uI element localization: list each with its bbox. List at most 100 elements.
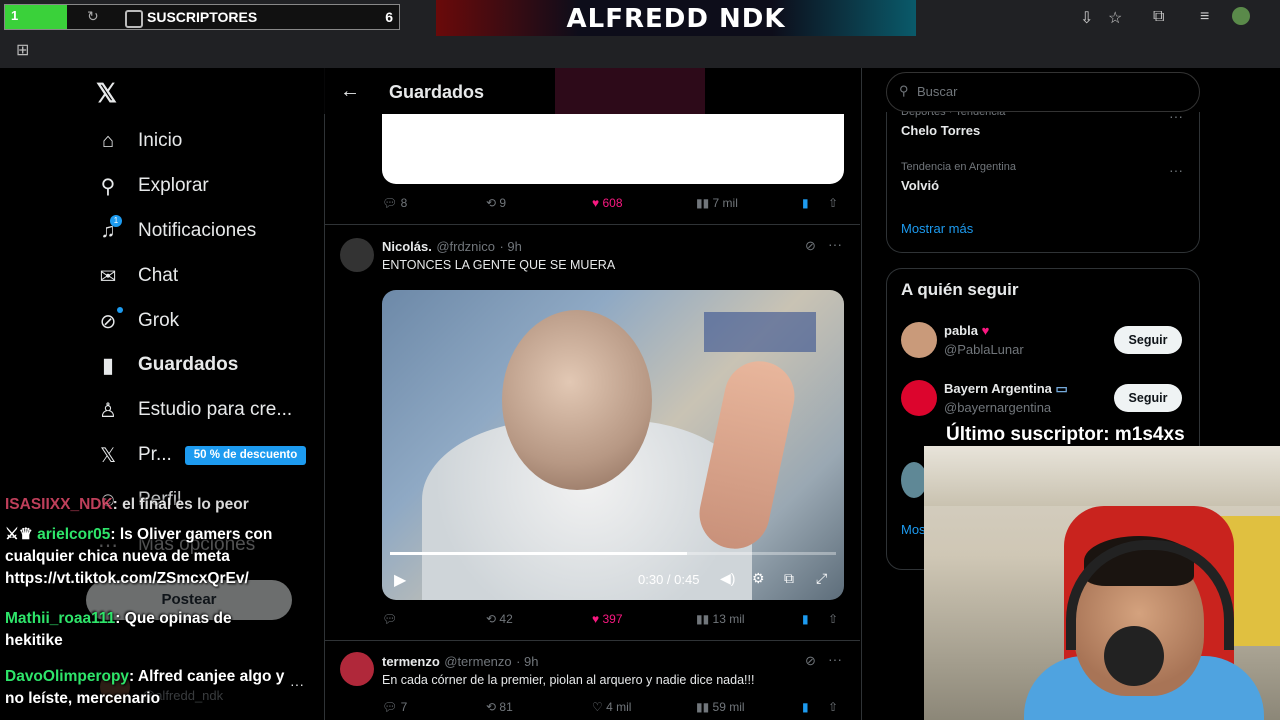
show-more-link[interactable]: Mostrar más	[901, 221, 973, 236]
author-handle[interactable]: @termenzo	[444, 654, 511, 669]
views-button[interactable]: ▮▮ 13 mil	[696, 612, 745, 626]
profile-avatar[interactable]	[1232, 7, 1250, 25]
video-frame-head	[502, 310, 652, 490]
search-input[interactable]: ⚲ Buscar	[886, 72, 1200, 112]
nav-label: Chat	[138, 265, 179, 286]
retweet-count: 42	[499, 612, 513, 626]
trend-category: Tendencia en Argentina	[901, 161, 1016, 173]
nav-label: Estudio para cre...	[138, 399, 293, 420]
grok-dot	[117, 307, 123, 313]
tweet-actions: 💬︎ 7 ⟲ 81 ♡ 4 mil ▮▮ 59 mil ▮ ⇧	[382, 700, 844, 720]
video-progress-fill	[390, 552, 688, 555]
install-icon[interactable]: ⇩	[1080, 8, 1093, 28]
like-count: 608	[602, 196, 623, 210]
video-progress[interactable]	[390, 552, 836, 555]
reply-count: 7	[400, 700, 408, 714]
avatar[interactable]	[901, 380, 937, 416]
like-button[interactable]: ♥ 397	[592, 612, 623, 626]
reply-button[interactable]: 💬︎ 7	[382, 700, 407, 714]
retweet-button[interactable]: ⟲ 81	[486, 700, 513, 714]
grok-icon: ⊘	[99, 310, 117, 333]
share-icon[interactable]: ⇧	[828, 196, 838, 210]
author-name[interactable]: Nicolás.	[382, 239, 432, 254]
account-more-icon[interactable]: ···	[290, 676, 304, 692]
last-subscriber-label: Último suscriptor: m1s4xs	[946, 424, 1185, 445]
nav-label: Explorar	[138, 175, 209, 196]
trend-name[interactable]: Volvió	[901, 178, 939, 193]
extensions-icon[interactable]: ⧉	[1153, 8, 1164, 26]
reload-icon[interactable]: ↻	[87, 8, 99, 25]
views-button[interactable]: ▮▮ 59 mil	[696, 700, 745, 714]
chat-badge-icon: ⚔♛	[5, 526, 38, 543]
webcam-feed	[924, 446, 1280, 720]
follow-button[interactable]: Seguir	[1114, 384, 1182, 412]
grok-icon[interactable]: ⊘	[805, 238, 816, 254]
nav-creator-studio[interactable]: ♙ Estudio para cre...	[96, 390, 292, 430]
views-button[interactable]: ▮▮ 7 mil	[696, 196, 738, 210]
search-icon: ⚲	[100, 175, 116, 198]
back-arrow-icon[interactable]: ←	[340, 80, 360, 103]
chat-text: : el final es lo peor	[112, 496, 249, 513]
x-logo-icon[interactable]: 𝕏	[96, 78, 117, 109]
nav-home[interactable]: ⌂ Inicio	[96, 121, 182, 161]
follow-button[interactable]: Seguir	[1114, 326, 1182, 354]
share-icon[interactable]: ⇧	[828, 700, 838, 714]
pip-icon[interactable]: ⧉	[784, 570, 794, 587]
settings-gear-icon[interactable]: ⚙	[752, 570, 765, 587]
nav-label: Grok	[138, 310, 180, 331]
chat-message: DavoOlimperopy: Alfred canjee algo y no …	[5, 666, 285, 710]
follow-name[interactable]: Bayern Argentina ▭	[944, 381, 1068, 397]
nav-explore[interactable]: ⚲ Explorar	[96, 166, 209, 206]
tweet-author: Nicolás. @frdznico · 9h	[382, 238, 522, 256]
author-handle[interactable]: @frdznico	[436, 239, 495, 254]
media-icon[interactable]: ≡	[1200, 8, 1209, 26]
like-button[interactable]: ♡ 4 mil	[592, 700, 631, 714]
nav-chat[interactable]: ✉ Chat	[96, 256, 179, 296]
subscriber-count: 6	[385, 9, 393, 25]
subscriber-bar-number: 1	[11, 8, 19, 23]
flag-icon: ▭	[1055, 381, 1068, 396]
star-icon[interactable]: ☆	[1108, 8, 1122, 28]
reply-button[interactable]: 💬︎ 8	[382, 196, 407, 210]
retweet-button[interactable]: ⟲ 42	[486, 612, 513, 626]
premium-discount-badge: 50 % de descuento	[185, 446, 306, 465]
avatar[interactable]	[340, 652, 374, 686]
bookmark-icon[interactable]: ▮	[802, 196, 809, 210]
follow-name-text: pabla	[944, 323, 978, 338]
tweet-text: ENTONCES LA GENTE QUE SE MUERA	[382, 258, 616, 272]
bookmarks-bar	[0, 36, 1280, 68]
like-button[interactable]: ♥ 608	[592, 196, 623, 210]
nav-label: Pr...	[138, 444, 172, 465]
bookmark-icon[interactable]: ▮	[802, 612, 809, 626]
chat-message: ⚔♛ arielcor05: ls Oliver gamers con cual…	[5, 524, 285, 590]
who-to-follow-title: A quién seguir	[901, 280, 1019, 299]
avatar[interactable]	[340, 238, 374, 272]
tweet-media-card[interactable]	[382, 114, 844, 184]
search-icon: ⚲	[899, 83, 909, 98]
volume-icon[interactable]: ◀︎)	[720, 570, 735, 587]
fullscreen-icon[interactable]: ⤢	[816, 570, 827, 587]
share-icon[interactable]: ⇧	[828, 612, 838, 626]
apps-grid-icon[interactable]: ⊞	[16, 40, 29, 60]
trend-more-icon[interactable]: ···	[1169, 162, 1183, 178]
grok-icon[interactable]: ⊘	[805, 653, 816, 669]
trend-name[interactable]: Chelo Torres	[901, 123, 980, 138]
play-icon[interactable]: ▶	[394, 570, 406, 590]
nav-grok[interactable]: ⊘ Grok	[96, 301, 180, 341]
divider	[324, 224, 860, 225]
follow-handle[interactable]: @PablaLunar	[944, 342, 1024, 357]
tweet-video[interactable]: ▶ 0:30 / 0:45 ◀︎) ⚙ ⧉ ⤢	[382, 290, 844, 600]
follow-handle[interactable]: @bayernargentina	[944, 400, 1051, 415]
retweet-button[interactable]: ⟲ 9	[486, 196, 506, 210]
author-name[interactable]: termenzo	[382, 654, 440, 669]
tweet-more-icon[interactable]: ···	[828, 236, 842, 252]
avatar[interactable]	[901, 322, 937, 358]
nav-bookmarks[interactable]: ▮ Guardados	[96, 345, 238, 385]
show-more-link[interactable]: Mos	[901, 522, 926, 537]
tweet-more-icon[interactable]: ···	[828, 651, 842, 667]
bookmark-icon[interactable]: ▮	[802, 700, 809, 714]
follow-name[interactable]: pabla ♥	[944, 323, 989, 338]
reply-button[interactable]: 💬︎	[382, 612, 397, 626]
view-count: 7 mil	[712, 196, 738, 210]
nav-premium[interactable]: 𝕏 Pr...	[96, 435, 172, 475]
